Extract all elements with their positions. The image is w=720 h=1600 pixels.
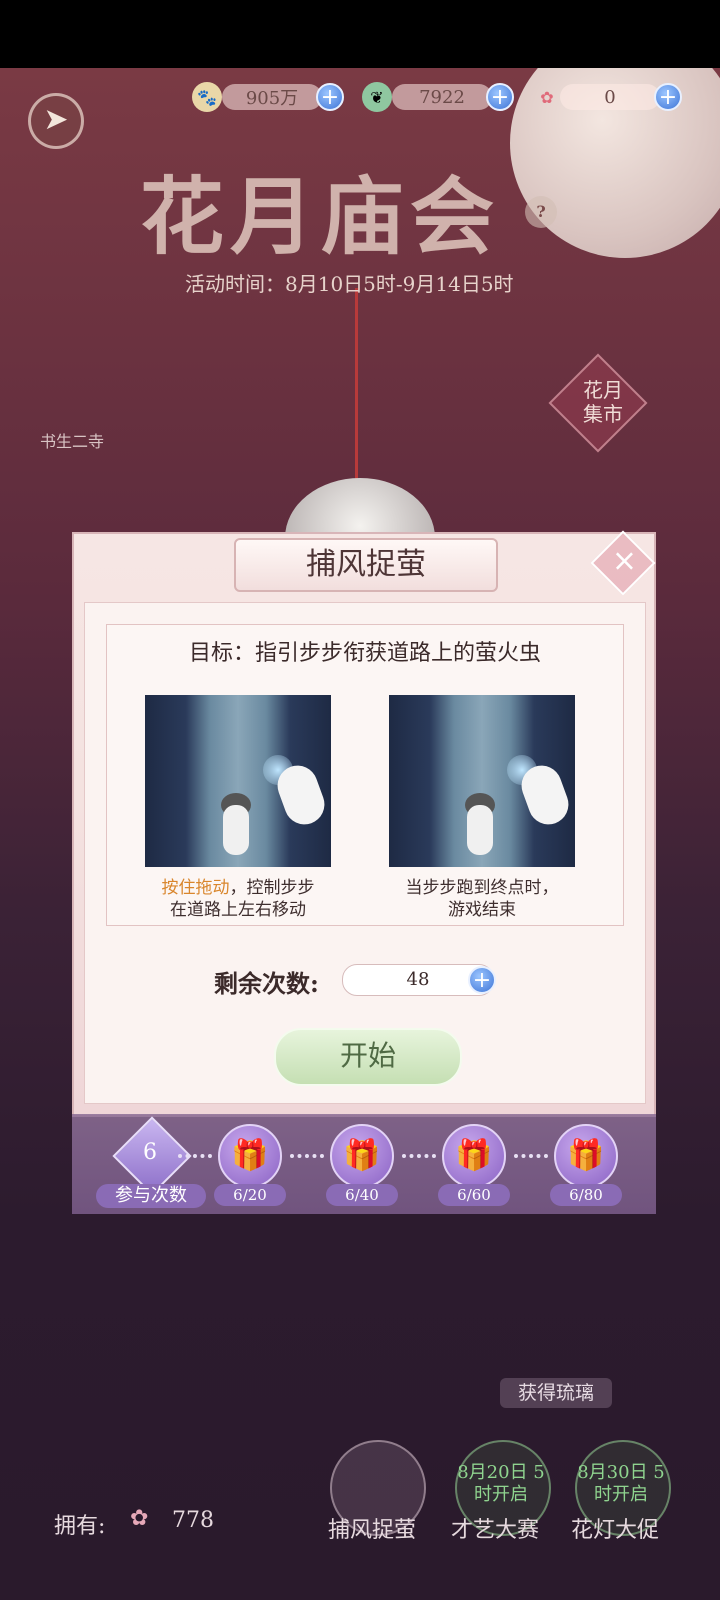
gift-reward-4[interactable]: 🎁 bbox=[554, 1124, 618, 1188]
progress-dots bbox=[290, 1154, 324, 1162]
participation-count: 6 bbox=[143, 1140, 157, 1165]
milestone-label: 6/20 bbox=[214, 1184, 286, 1206]
start-button[interactable]: 开始 bbox=[274, 1028, 462, 1086]
gift-icon: 🎁 bbox=[343, 1138, 381, 1173]
cat-body bbox=[223, 805, 249, 855]
add-jade-button[interactable]: + bbox=[486, 83, 514, 111]
caption-drag: 按住拖动，控制步步 在道路上左右移动 bbox=[123, 877, 353, 921]
help-button[interactable]: ? bbox=[525, 196, 557, 228]
lantern-string bbox=[355, 288, 358, 488]
caption-highlight: 按住拖动 bbox=[161, 878, 230, 898]
game-status-lantern: 8月30日 5时开启 bbox=[577, 1462, 665, 1505]
progress-dots bbox=[402, 1154, 436, 1162]
caption-end: 当步步跑到终点时， 游戏结束 bbox=[367, 877, 597, 921]
minigame-dialog: 捕风捉萤 × 目标：指引步步衔获道路上的萤火虫 按住拖动，控制步步 在道路上左右… bbox=[72, 530, 656, 1214]
sakura-icon: ✿ bbox=[130, 1506, 149, 1531]
obtain-glass-button[interactable]: 获得琉璃 bbox=[500, 1378, 612, 1408]
instruction-card: 目标：指引步步衔获道路上的萤火虫 按住拖动，控制步步 在道路上左右移动 当步步跑… bbox=[106, 624, 624, 926]
milestone-label: 6/80 bbox=[550, 1184, 622, 1206]
caption-rest: ，控制步步 bbox=[229, 878, 315, 898]
currency-value: 905万 bbox=[222, 84, 322, 110]
game-label-talent: 才艺大赛 bbox=[451, 1518, 540, 1543]
back-button[interactable]: ➤ bbox=[28, 93, 84, 149]
close-icon: × bbox=[611, 543, 637, 579]
caption-line1: 当步步跑到终点时， bbox=[405, 878, 559, 898]
goal-text: 目标：指引步步衔获道路上的萤火虫 bbox=[188, 641, 541, 666]
dialog-title: 捕风捉萤 bbox=[234, 538, 498, 592]
caption-line2: 在道路上左右移动 bbox=[170, 900, 306, 920]
game-status-talent: 8月20日 5时开启 bbox=[457, 1462, 545, 1505]
participation-label: 参与次数 bbox=[96, 1184, 206, 1208]
caption-line2: 游戏结束 bbox=[448, 900, 516, 920]
add-glass-button[interactable]: + bbox=[654, 83, 682, 111]
progress-dots bbox=[178, 1154, 212, 1162]
cat-body bbox=[467, 805, 493, 855]
gift-reward-3[interactable]: 🎁 bbox=[442, 1124, 506, 1188]
side-label: 书生二寺 bbox=[40, 432, 105, 451]
currency-value: 0 bbox=[560, 84, 660, 110]
add-paw-coin-button[interactable]: + bbox=[316, 83, 344, 111]
jade-icon: ❦ bbox=[362, 82, 392, 112]
paw-coin-icon: 🐾 bbox=[192, 82, 222, 112]
owned-value: 778 bbox=[172, 1508, 214, 1533]
game-label-lantern: 花灯大促 bbox=[571, 1518, 660, 1543]
milestone-label: 6/60 bbox=[438, 1184, 510, 1206]
milestone-label: 6/40 bbox=[326, 1184, 398, 1206]
gift-icon: 🎁 bbox=[231, 1138, 269, 1173]
gift-icon: 🎁 bbox=[455, 1138, 493, 1173]
glass-flower-icon: ✿ bbox=[540, 87, 554, 107]
gift-icon: 🎁 bbox=[567, 1138, 605, 1173]
progress-dots bbox=[514, 1154, 548, 1162]
market-label[interactable]: 花月集市 bbox=[578, 378, 628, 426]
instruction-image-end bbox=[389, 695, 575, 867]
game-label-firefly: 捕风捉萤 bbox=[328, 1518, 417, 1543]
back-arrow-icon: ➤ bbox=[43, 102, 69, 137]
event-title: 花月庙会 bbox=[140, 167, 501, 266]
remaining-label: 剩余次数: bbox=[214, 969, 319, 998]
currency-value: 7922 bbox=[392, 84, 492, 110]
gift-reward-1[interactable]: 🎁 bbox=[218, 1124, 282, 1188]
add-attempts-button[interactable]: + bbox=[468, 966, 496, 994]
gift-reward-2[interactable]: 🎁 bbox=[330, 1124, 394, 1188]
event-time: 活动时间：8月10日5时-9月14日5时 bbox=[185, 272, 514, 296]
instruction-image-drag bbox=[145, 695, 331, 867]
owned-label: 拥有: bbox=[54, 1514, 106, 1539]
